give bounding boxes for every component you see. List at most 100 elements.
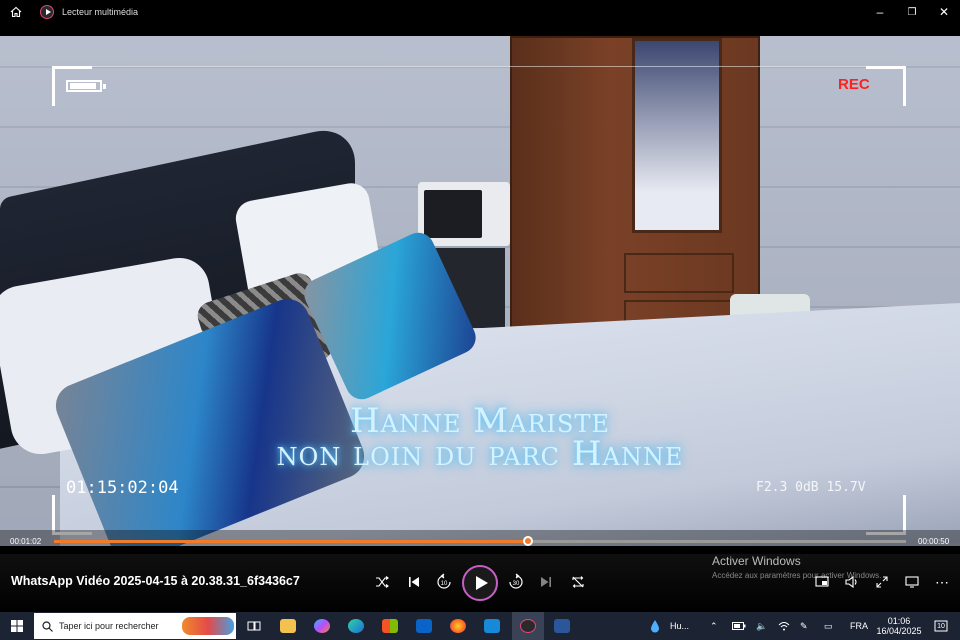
pen-tray[interactable]: ✎	[800, 612, 808, 640]
taskbar-firefox[interactable]	[442, 612, 474, 640]
volume-tray[interactable]: 🔈	[756, 612, 767, 640]
clock-date: 16/04/2025	[876, 626, 922, 636]
taskbar-media-player[interactable]	[512, 612, 544, 640]
play-button[interactable]	[462, 565, 498, 601]
battery-icon	[66, 80, 106, 92]
rewind-seconds: 10	[441, 581, 448, 587]
control-bar: WhatsApp Vidéo 2025-04-15 à 20.38.31_6f3…	[0, 554, 960, 612]
battery-tray[interactable]	[732, 612, 746, 640]
wardrobe-drawer	[624, 253, 734, 293]
next-icon	[541, 577, 551, 587]
cast-button[interactable]	[900, 570, 924, 594]
total-time: 00:00:50	[918, 537, 950, 546]
folder-icon	[280, 619, 296, 633]
window-title: Lecteur multimédia	[62, 7, 139, 17]
play-icon	[475, 576, 488, 590]
seek-bar-progress	[54, 540, 528, 543]
start-button[interactable]	[0, 612, 34, 640]
wifi-icon	[778, 622, 790, 631]
camera-stats: F2.3 0dB 15.7V	[756, 480, 866, 495]
taskbar-outlook[interactable]	[408, 612, 440, 640]
taskbar-copilot[interactable]	[306, 612, 338, 640]
weather-label: Hu...	[670, 621, 690, 631]
wardrobe-mirror	[632, 38, 722, 233]
video-caption-line2: non loin du parc Hanne	[276, 434, 684, 474]
media-player-app-icon	[40, 5, 54, 19]
rec-indicator: REC	[838, 76, 870, 93]
repeat-icon	[572, 576, 584, 588]
volume-icon	[845, 576, 857, 588]
next-button[interactable]	[534, 570, 558, 594]
taskbar-search[interactable]: Taper ici pour rechercher	[34, 613, 236, 639]
store-icon	[382, 619, 398, 633]
seek-bar[interactable]	[54, 536, 906, 546]
restore-button[interactable]: ❐	[896, 0, 928, 24]
fullscreen-button[interactable]	[870, 570, 894, 594]
rewind-button[interactable]: 10	[432, 570, 456, 594]
miniplayer-icon	[815, 576, 829, 587]
weather-widget[interactable]: Hu...	[650, 612, 689, 640]
home-icon	[10, 6, 22, 18]
firefox-icon	[450, 619, 466, 633]
display-tray[interactable]: ▭	[824, 612, 833, 640]
media-player-window: Lecteur multimédia – ❐ ✕ Hanne Mariste n…	[0, 0, 960, 640]
water-drop-icon	[651, 620, 659, 633]
pen-icon: ✎	[800, 620, 808, 631]
search-placeholder: Taper ici pour rechercher	[59, 621, 159, 631]
camera-frame-line	[52, 66, 906, 67]
search-highlight-image	[182, 617, 234, 635]
copilot-icon	[314, 619, 330, 633]
taskbar-file-explorer[interactable]	[272, 612, 304, 640]
windows-logo-icon	[11, 620, 23, 632]
taskbar-word[interactable]	[546, 612, 578, 640]
clock[interactable]: 01:06 16/04/2025	[876, 612, 922, 640]
shuffle-button[interactable]	[370, 570, 394, 594]
close-button[interactable]: ✕	[928, 0, 960, 24]
window-controls: – ❐ ✕	[864, 0, 960, 24]
camera-frame-corner	[52, 495, 92, 535]
task-view-icon	[247, 621, 261, 631]
speaker-icon: 🔈	[756, 620, 768, 631]
title-bar: Lecteur multimédia – ❐ ✕	[0, 0, 960, 24]
taskbar-edge[interactable]	[340, 612, 372, 640]
camera-timecode: 01:15:02:04	[66, 478, 179, 498]
taskbar-mail[interactable]	[476, 612, 508, 640]
taskbar-store[interactable]	[374, 612, 406, 640]
notification-count: 10	[937, 622, 945, 630]
notification-center[interactable]: 10	[930, 612, 952, 640]
video-title: WhatsApp Vidéo 2025-04-15 à 20.38.31_6f3…	[11, 574, 300, 588]
home-button[interactable]	[0, 0, 32, 24]
fullscreen-icon	[876, 576, 888, 588]
seek-bar-thumb[interactable]	[522, 536, 533, 546]
language-label: FRA	[850, 621, 868, 631]
search-icon	[42, 620, 53, 632]
clock-time: 01:06	[887, 616, 911, 626]
forward-icon: 30	[509, 573, 523, 589]
volume-button[interactable]	[840, 570, 864, 594]
mail-icon	[484, 619, 500, 633]
video-frame[interactable]: Hanne Mariste non loin du parc Hanne	[0, 36, 960, 546]
tray-chevron[interactable]: ⌃	[710, 612, 718, 640]
wifi-tray[interactable]	[778, 612, 790, 640]
repeat-button[interactable]	[566, 570, 590, 594]
forward-button[interactable]: 30	[504, 570, 528, 594]
outlook-icon	[416, 619, 432, 633]
word-icon	[554, 619, 570, 633]
camera-frame-corner	[866, 66, 906, 106]
chevron-up-icon: ⌃	[710, 620, 718, 631]
microwave	[418, 182, 510, 246]
edge-icon	[348, 619, 364, 633]
camera-frame-corner	[866, 495, 906, 535]
rewind-icon: 10	[437, 573, 451, 589]
more-options-button[interactable]: ⋯	[930, 570, 954, 594]
battery-tray-icon	[732, 622, 746, 630]
miniplayer-button[interactable]	[810, 570, 834, 594]
task-view-button[interactable]	[238, 612, 270, 640]
forward-seconds: 30	[513, 581, 520, 587]
current-time: 00:01:02	[10, 537, 42, 546]
previous-icon	[409, 577, 419, 587]
previous-button[interactable]	[402, 570, 426, 594]
language-indicator[interactable]: FRA	[850, 612, 868, 640]
activation-watermark-title: Activer Windows	[712, 554, 801, 568]
minimize-button[interactable]: –	[864, 0, 896, 24]
